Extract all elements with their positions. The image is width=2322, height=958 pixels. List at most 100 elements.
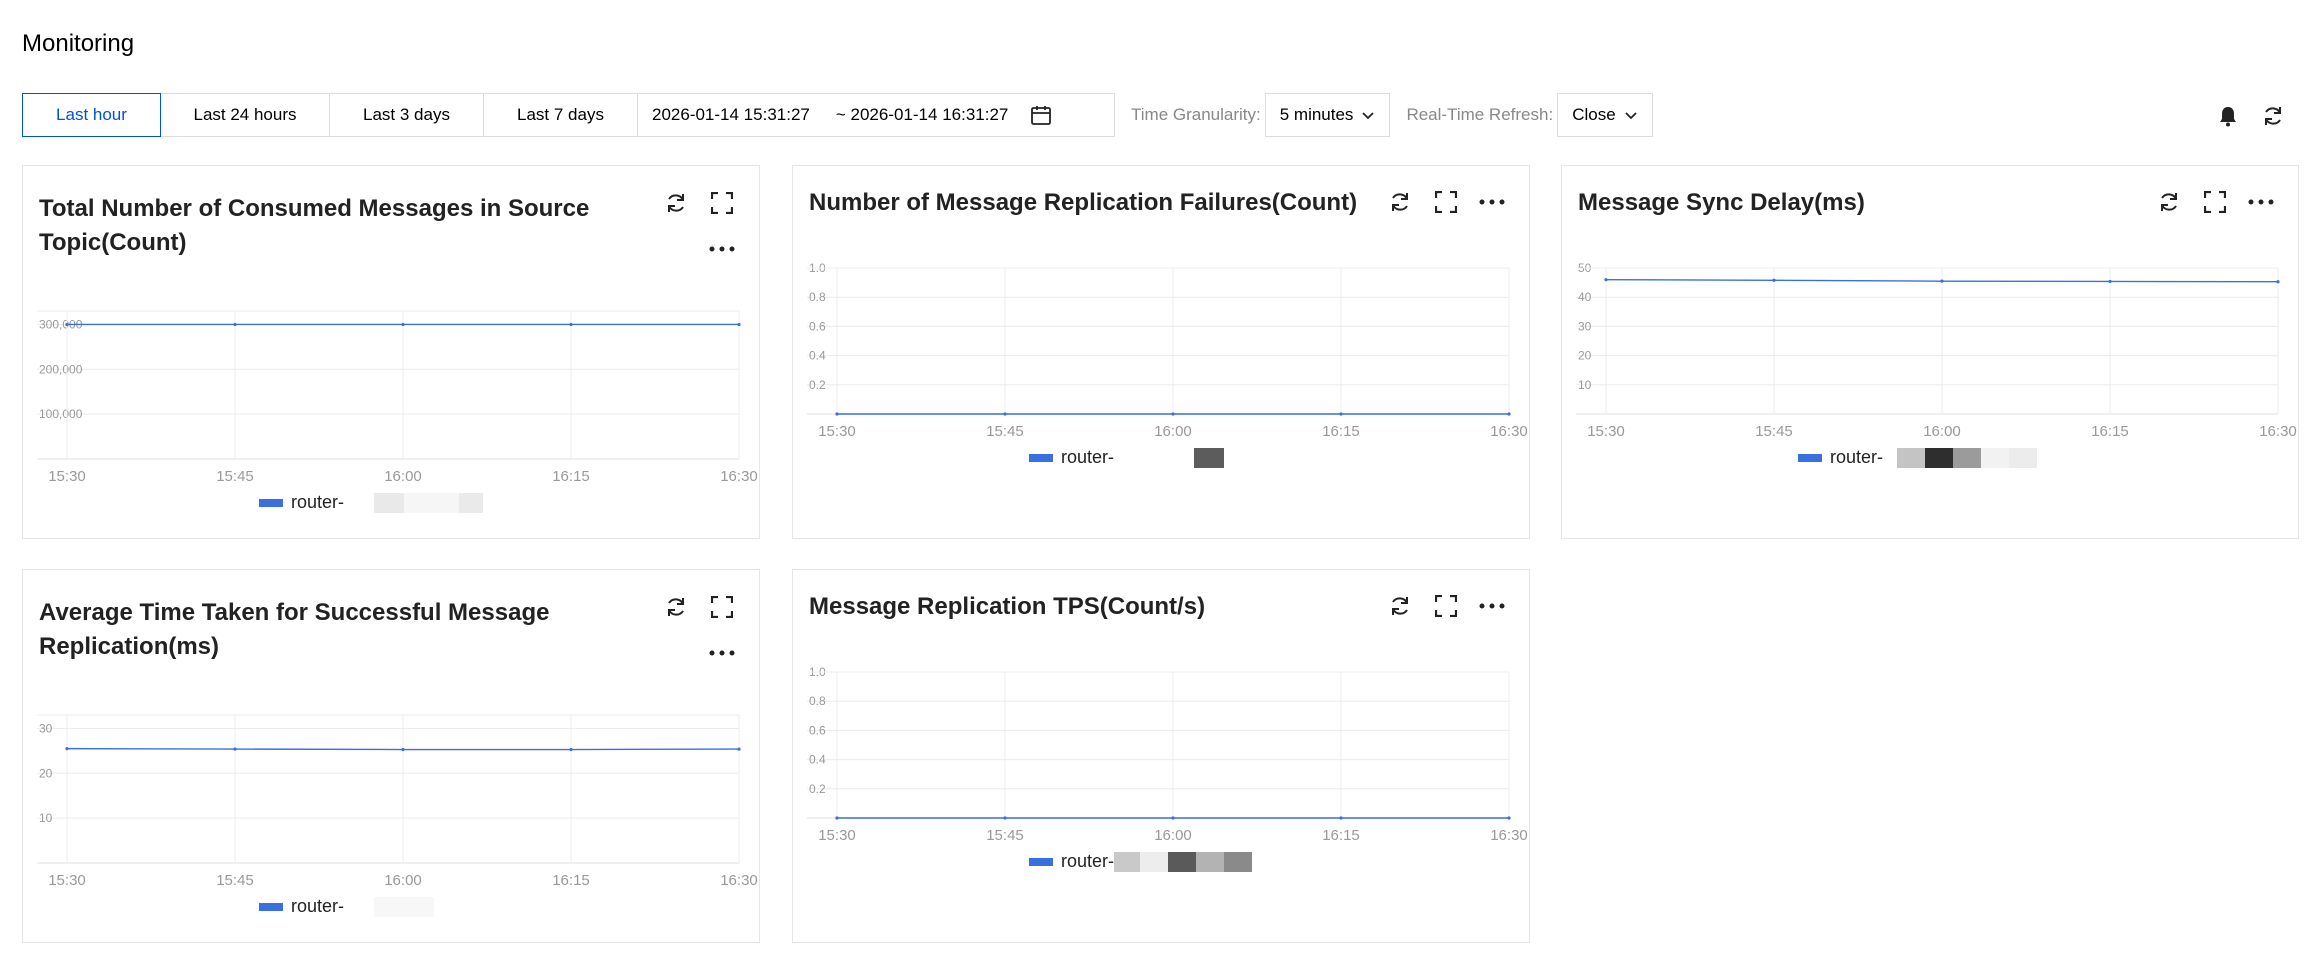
- x-tick-label: 15:45: [216, 468, 254, 485]
- redacted-block: [1953, 447, 1982, 468]
- refresh-icon[interactable]: [2261, 104, 2285, 128]
- granularity-value: 5 minutes: [1279, 105, 1354, 124]
- chart-card-replication-tps: Message Replication TPS(Count/s) 0.2 0.4 0…: [792, 569, 1530, 943]
- data-point: [401, 322, 405, 327]
- y-tick-label: 0.6: [809, 319, 826, 333]
- chart-legend[interactable]: router-: [1029, 851, 1253, 872]
- line-chart: 0.20.40.60.81.015:30 15:45 16:00 16:15 16:30: [807, 261, 1528, 440]
- line-chart: 100,000200,000300,00015:30 15:45 16:00 16:1…: [37, 310, 758, 485]
- data-point: [1772, 278, 1776, 282]
- redacted-block: [1194, 447, 1225, 468]
- redacted-block: [1196, 851, 1225, 872]
- chart-legend[interactable]: router-: [259, 492, 484, 513]
- y-tick-label: 0.8: [809, 290, 826, 304]
- redacted-block: [1925, 447, 1954, 468]
- range-last-3-days-button[interactable]: Last 3 days: [330, 93, 484, 137]
- data-point: [1940, 279, 1944, 283]
- y-tick-label: 30: [39, 721, 53, 735]
- y-tick-label: 40: [1578, 290, 1592, 304]
- data-point: [1339, 412, 1343, 416]
- data-point: [569, 747, 573, 752]
- x-tick-label: 16:30: [1490, 827, 1528, 844]
- granularity-select[interactable]: 5 minutes: [1264, 93, 1391, 137]
- x-tick-label: 15:30: [48, 468, 86, 485]
- refresh-select[interactable]: Close: [1557, 93, 1653, 137]
- chart-card-avg-replication-time: Average Time Taken for Successful Messag…: [22, 569, 760, 943]
- legend-label: router-: [1830, 447, 1884, 467]
- date-end: ~ 2026-01-14 16:31:27: [835, 105, 1009, 124]
- data-point: [1171, 816, 1175, 820]
- redacted-block: [1114, 851, 1141, 872]
- refresh-label: Real-Time Refresh:: [1406, 105, 1554, 124]
- data-point: [233, 322, 237, 327]
- legend-label: router-: [291, 896, 345, 916]
- range-last-7-days-button[interactable]: Last 7 days: [484, 93, 638, 137]
- chart-legend[interactable]: router-: [1029, 447, 1225, 468]
- date-range-picker[interactable]: 2026-01-14 15:31:27 ~ 2026-01-14 16:31:2…: [638, 93, 1115, 137]
- x-tick-label: 16:15: [1322, 827, 1360, 844]
- x-tick-label: 15:30: [48, 872, 86, 889]
- bell-icon[interactable]: [2216, 104, 2240, 128]
- x-tick-label: 16:15: [1322, 423, 1360, 440]
- legend-label: router-: [1061, 447, 1115, 467]
- y-tick-label: 20: [1578, 349, 1592, 363]
- data-point: [401, 747, 405, 752]
- chart-card-sync-delay: Message Sync Delay(ms) 10 20 30 40 50 15:30 15…: [1561, 165, 2299, 539]
- data-point: [2276, 280, 2280, 284]
- legend-swatch: [1798, 453, 1822, 462]
- data-point: [2108, 279, 2112, 284]
- x-tick-label: 16:15: [552, 872, 590, 889]
- range-last-24-hours-button[interactable]: Last 24 hours: [161, 93, 330, 137]
- chart-legend[interactable]: router-: [1798, 447, 2038, 468]
- data-point: [65, 322, 69, 327]
- x-tick-label: 16:00: [384, 468, 422, 485]
- calendar-icon[interactable]: [1030, 104, 1052, 126]
- range-last-hour-button[interactable]: Last hour: [22, 93, 161, 137]
- refresh-value: Close: [1572, 105, 1616, 124]
- x-tick-label: 15:45: [986, 423, 1024, 440]
- redacted-block: [1140, 851, 1169, 872]
- redacted-block: [2009, 447, 2038, 468]
- data-point: [1507, 412, 1511, 416]
- x-tick-label: 16:30: [720, 872, 758, 889]
- y-tick-label: 100,000: [39, 407, 83, 421]
- data-point: [1604, 278, 1608, 282]
- y-tick-label: 0.4: [809, 753, 826, 767]
- legend-swatch: [259, 498, 283, 507]
- y-tick-label: 20: [39, 766, 53, 780]
- x-tick-label: 15:45: [216, 872, 254, 889]
- x-tick-label: 16:30: [2259, 423, 2297, 440]
- legend-label: router-: [1061, 851, 1115, 871]
- legend-swatch: [1029, 453, 1053, 462]
- redacted-block: [1897, 447, 1926, 468]
- redacted-block: [374, 896, 435, 917]
- legend-swatch: [259, 902, 283, 911]
- redacted-block: [1168, 851, 1197, 872]
- date-start: 2026-01-14 15:31:27: [652, 105, 810, 124]
- x-tick-label: 16:15: [2091, 423, 2129, 440]
- data-point: [737, 322, 741, 327]
- x-tick-label: 15:45: [986, 827, 1024, 844]
- y-tick-label: 0.4: [809, 349, 826, 363]
- page-title: Monitoring: [22, 30, 135, 57]
- chart-card-replication-failures: Number of Message Replication Failures(C…: [792, 165, 1530, 539]
- line-chart: 0.20.40.60.81.015:30 15:45 16:00 16:15 16:30: [807, 665, 1528, 844]
- redacted-block: [1981, 447, 2010, 468]
- y-tick-label: 200,000: [39, 362, 83, 376]
- line-chart: 10 20 30 15:30 15:45 16:00 16:15 16:30: [37, 714, 758, 889]
- x-tick-label: 15:45: [1755, 423, 1793, 440]
- chart-legend[interactable]: router-: [259, 896, 435, 917]
- x-tick-label: 15:30: [818, 423, 856, 440]
- x-tick-label: 16:00: [384, 872, 422, 889]
- redacted-block: [459, 492, 484, 513]
- y-tick-label: 10: [39, 811, 53, 825]
- data-point: [1003, 816, 1007, 820]
- x-tick-label: 16:30: [720, 468, 758, 485]
- y-tick-label: 10: [1578, 378, 1592, 392]
- y-tick-label: 0.2: [809, 378, 826, 392]
- chevron-down-icon: [1362, 112, 1375, 120]
- data-point: [65, 747, 69, 751]
- data-point: [233, 747, 237, 751]
- chart-card-consumed-messages: Total Number of Consumed Messages in Sou…: [22, 165, 760, 539]
- data-point: [1171, 412, 1175, 416]
